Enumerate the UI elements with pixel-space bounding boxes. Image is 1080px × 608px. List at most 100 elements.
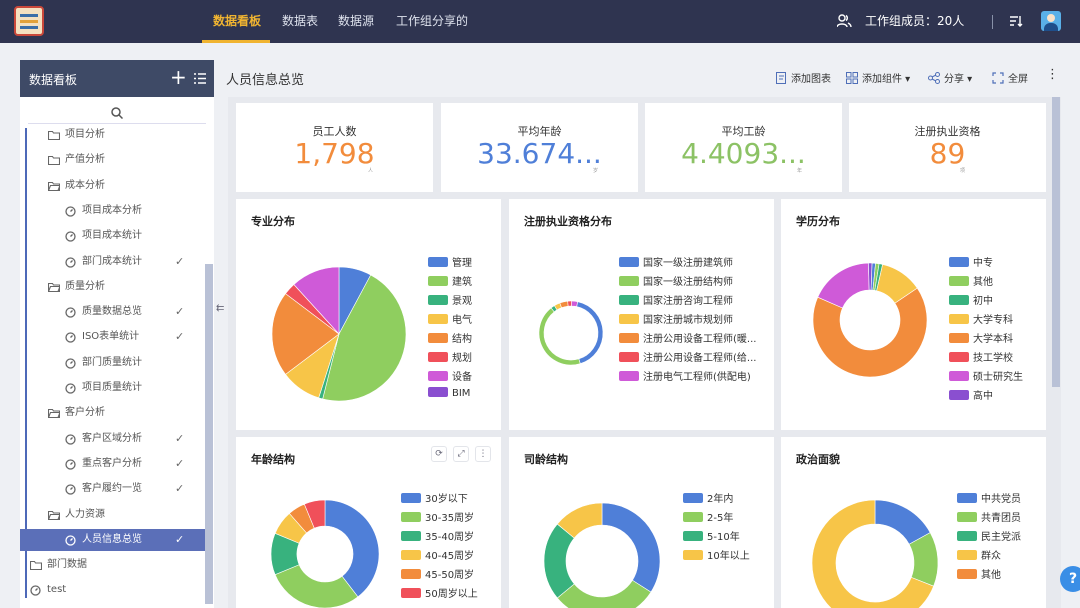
sidebar-scrollbar[interactable] [205,264,213,604]
sidebar-item[interactable]: 客户分析 [20,402,206,424]
sidebar-item[interactable]: 客户区域分析 ✓ [20,428,206,450]
legend-item[interactable]: 2-5年 [683,509,733,524]
sidebar-item[interactable]: 部门质量统计 [20,352,206,374]
sidebar-item[interactable]: 重点客户分析 ✓ [20,453,206,475]
legend-item[interactable]: 景观 [428,292,472,307]
legend-item[interactable]: BIM [428,387,470,399]
chart-slice-30-35周岁[interactable] [274,564,359,608]
chart-slice-高中[interactable] [868,262,873,291]
legend-label: 结构 [452,334,472,345]
nav-tab-datatable[interactable]: 数据表 [282,0,318,43]
legend-item[interactable]: 30岁以下 [401,490,468,505]
add-icon[interactable]: + [170,65,187,89]
chart-slice-注册电气工程师(供配电)[interactable] [571,300,579,307]
legend-label: 40-45周岁 [425,551,475,562]
legend-item[interactable]: 国家注册城市规划师 [619,311,733,326]
sidebar-item[interactable]: 项目成本分析 [20,200,206,222]
legend-item[interactable]: 规划 [428,349,472,364]
legend-item[interactable]: 45-50周岁 [401,566,474,581]
chart-slice-5-10年[interactable] [543,523,575,599]
kpi-card[interactable]: 平均工龄 4.4093... 年 [645,103,842,192]
legend-swatch [619,333,639,343]
legend-item[interactable]: 50周岁以上 [401,585,478,600]
legend-label: 50周岁以上 [425,589,478,600]
legend-item[interactable]: 国家一级注册结构师 [619,273,733,288]
legend-item[interactable]: 高中 [949,387,993,402]
sidebar-item[interactable]: 质量分析 [20,276,206,298]
sidebar-item[interactable]: 项目成本统计 [20,225,206,247]
sidebar-item[interactable]: 客户履约一览 ✓ [20,478,206,500]
legend-item[interactable]: 注册电气工程师(供配电) [619,368,751,383]
chart-card[interactable]: 学历分布 中专 其他 初中 大学专科 大学本科 技工学校 硕士研究生 高中 [781,199,1046,430]
legend-item[interactable]: 5-10年 [683,528,740,543]
legend-item[interactable]: 35-40周岁 [401,528,474,543]
legend-item[interactable]: 10年以上 [683,547,750,562]
sort-icon[interactable] [1009,14,1023,28]
legend-item[interactable]: 群众 [957,547,1001,562]
legend-item[interactable]: 硕士研究生 [949,368,1023,383]
more-icon[interactable]: ⋮ [1046,67,1059,82]
sidebar-item[interactable]: 产值分析 [20,149,206,171]
legend-item[interactable]: 其他 [957,566,1001,581]
legend-item[interactable]: 30-35周岁 [401,509,474,524]
legend-item[interactable]: 大学本科 [949,330,1013,345]
sidebar-item[interactable]: 人员信息总览 ✓ [20,528,206,551]
list-icon[interactable] [194,73,206,84]
user-avatar[interactable] [1041,11,1061,31]
legend-item[interactable]: 注册公用设备工程师(暖... [619,330,756,345]
legend-item[interactable]: 2年内 [683,490,733,505]
sidebar-item[interactable]: 部门成本统计 ✓ [20,251,206,273]
kpi-card[interactable]: 员工人数 1,798 人 [236,103,433,192]
nav-tab-datasource[interactable]: 数据源 [338,0,374,43]
sidebar-item[interactable]: ISO表单统计 ✓ [20,326,206,348]
legend-item[interactable]: 民主党派 [957,528,1021,543]
legend-item[interactable]: 中专 [949,254,993,269]
sidebar-item[interactable]: 项目分析 [20,124,206,146]
kpi-card[interactable]: 平均年龄 33.674... 岁 [441,103,638,192]
sidebar-item[interactable]: 项目质量统计 [20,377,206,399]
legend-item[interactable]: 技工学校 [949,349,1013,364]
legend-item[interactable]: 设备 [428,368,472,383]
chart-card[interactable]: 政治面貌 中共党员 共青团员 民主党派 群众 其他 [781,437,1046,608]
nav-tab-dashboard[interactable]: 数据看板 [213,0,261,43]
members-count[interactable]: 工作组成员：20人 [865,0,964,43]
share-button[interactable]: 分享 ▾ [928,70,972,85]
legend-item[interactable]: 其他 [949,273,993,288]
collapse-sidebar-icon[interactable]: ⇇ [216,303,224,314]
legend-item[interactable]: 大学专科 [949,311,1013,326]
legend-item[interactable]: 国家注册咨询工程师 [619,292,733,307]
sidebar-item[interactable]: 质量数据总览 ✓ [20,301,206,323]
nav-tab-shared[interactable]: 工作组分享的 [396,0,468,43]
sidebar-item[interactable]: test [20,579,206,601]
legend-item[interactable]: 国家一级注册建筑师 [619,254,733,269]
fullscreen-button[interactable]: 全屏 [992,70,1028,85]
chart-card[interactable]: 注册执业资格分布 国家一级注册建筑师 国家一级注册结构师 国家注册咨询工程师 国家注册城… [509,199,774,430]
chart-card[interactable]: 专业分布 管理 建筑 景观 电气 结构 规划 设备 BIM [236,199,501,430]
app-logo[interactable] [14,6,44,36]
legend-item[interactable]: 中共党员 [957,490,1021,505]
chart-slice-国家一级注册结构师[interactable] [538,307,581,366]
sidebar-item[interactable]: 部门数据 [20,554,206,576]
chart-card[interactable]: 司龄结构 2年内 2-5年 5-10年 10年以上 [509,437,774,608]
sidebar-item[interactable]: 人力资源 [20,504,206,526]
help-button[interactable]: ? [1060,566,1080,592]
legend-item[interactable]: 建筑 [428,273,472,288]
kpi-card[interactable]: 注册执业资格 89 项 [849,103,1046,192]
legend-item[interactable]: 共青团员 [957,509,1021,524]
legend-item[interactable]: 初中 [949,292,993,307]
chart-slice-注册公用设备工程师(暖...[interactable] [559,300,569,309]
canvas-scrollbar[interactable] [1052,97,1060,387]
chart-slice-注册公用设备工程师(给...[interactable] [567,300,572,307]
sidebar-search[interactable] [28,102,206,124]
add-widget-button[interactable]: 添加组件 ▾ [846,70,910,85]
legend-item[interactable]: 40-45周岁 [401,547,474,562]
chart-slice-2年内[interactable] [601,502,661,593]
chart-slice-国家一级注册建筑师[interactable] [576,301,604,365]
legend-item[interactable]: 电气 [428,311,472,326]
add-chart-button[interactable]: 添加图表 [776,70,831,85]
legend-item[interactable]: 管理 [428,254,472,269]
sidebar-item[interactable]: 成本分析 [20,175,206,197]
legend-item[interactable]: 结构 [428,330,472,345]
legend-item[interactable]: 注册公用设备工程师(给... [619,349,756,364]
chart-card[interactable]: 年龄结构 ⟳ ⤢ ⋮ 30岁以下 30-35周岁 35-40周岁 40-45周岁 45-50周岁… [236,437,501,608]
